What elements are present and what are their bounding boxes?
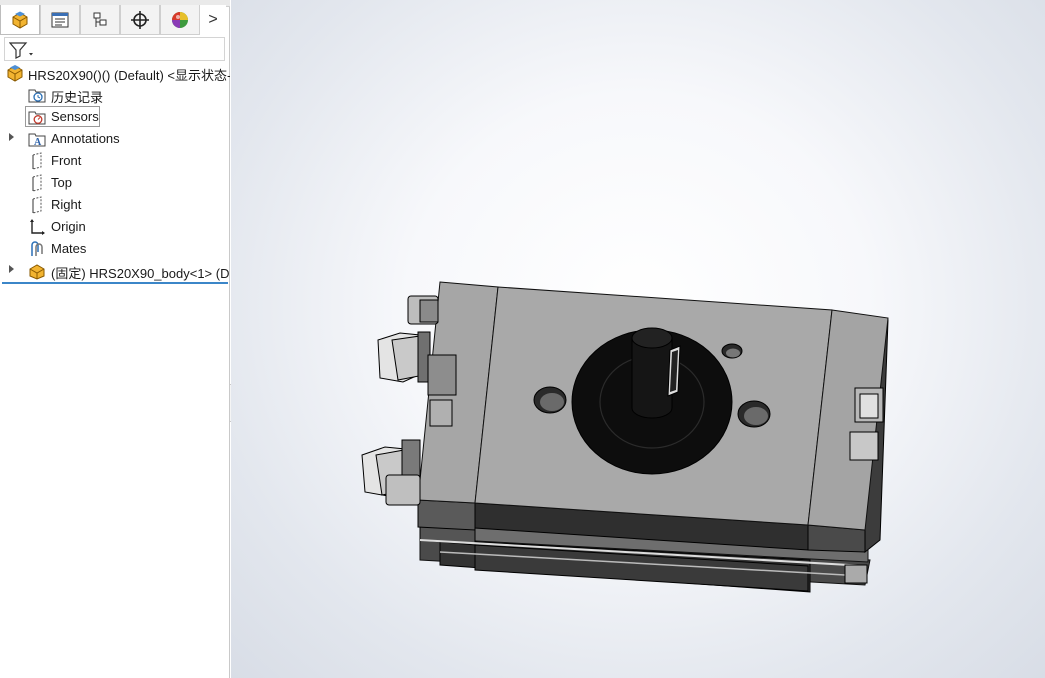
plane-icon [32, 152, 42, 170]
appearance-icon [172, 11, 188, 28]
tree-item-sensors[interactable]: Sensors [0, 106, 230, 128]
tree-item-history[interactable]: 历史记录 [0, 84, 230, 106]
graphics-viewport[interactable] [231, 0, 1045, 678]
property-icon [51, 12, 69, 27]
tree-item-front-plane[interactable]: Front [0, 150, 230, 172]
manager-tabs: > [0, 5, 230, 37]
tree-item-label: (固定) HRS20X90_body<1> (De [51, 266, 230, 281]
part-icon [29, 264, 45, 280]
display-manager-tab[interactable] [160, 5, 200, 35]
feature-manager-tab[interactable] [0, 5, 40, 35]
dimxpert-tab[interactable] [120, 5, 160, 35]
tree-item-annotations[interactable]: A Annotations [0, 128, 230, 150]
tree-item-label: 历史记录 [51, 90, 104, 105]
plane-icon [32, 196, 42, 214]
more-tabs-button[interactable]: > [200, 5, 226, 35]
assembly-icon [7, 65, 23, 82]
property-manager-tab[interactable] [40, 5, 80, 35]
tree-item-mates[interactable]: Mates [0, 238, 230, 260]
tree-item-label: Sensors [51, 109, 99, 124]
origin-icon [30, 219, 45, 235]
tree-item-origin[interactable]: Origin [0, 216, 230, 238]
tree-root[interactable]: HRS20X90()() (Default) <显示状态-1 [0, 62, 230, 84]
tree-item-top-plane[interactable]: Top [0, 172, 230, 194]
tree-item-label: Top [51, 175, 72, 190]
tree-item-part-body[interactable]: (固定) HRS20X90_body<1> (De [0, 260, 230, 282]
tree-root-label: HRS20X90()() (Default) <显示状态-1 [28, 68, 230, 83]
mates-icon [31, 241, 43, 256]
feature-manager-panel: > HRS20X90()() (Default) <显示状态-1 历史记录 Se… [0, 0, 230, 678]
expand-arrow-icon[interactable] [9, 133, 14, 141]
model-rotary-actuator [361, 281, 889, 593]
crosshair-icon [131, 10, 149, 29]
history-folder-icon [28, 89, 46, 103]
tree-item-label: Mates [51, 241, 87, 256]
tree-item-label: Annotations [51, 131, 120, 146]
expand-arrow-icon[interactable] [9, 265, 14, 273]
configuration-icon [93, 12, 107, 27]
sensors-folder-icon [28, 111, 46, 125]
tree-item-label: Origin [51, 219, 86, 234]
tree-item-label: Front [51, 153, 82, 168]
configuration-manager-tab[interactable] [80, 5, 120, 35]
svg-text:A: A [34, 137, 42, 148]
assembly-icon [12, 11, 28, 29]
tree-rollback-bar[interactable] [2, 282, 228, 284]
annotations-folder-icon: A [28, 133, 46, 148]
tree-item-right-plane[interactable]: Right [0, 194, 230, 216]
tree-item-label: Right [51, 197, 82, 212]
plane-icon [32, 174, 42, 192]
tree-filter[interactable] [4, 37, 225, 61]
filter-icon [9, 42, 33, 59]
